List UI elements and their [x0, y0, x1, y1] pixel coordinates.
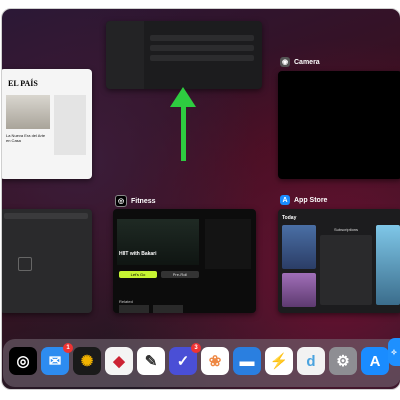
mail-icon[interactable]: ✉ 1	[41, 343, 73, 375]
appstore-feature-card	[282, 273, 316, 307]
safari-compass-icon[interactable]: ✧	[388, 338, 400, 366]
fitness-rings-icon: ◎	[115, 195, 127, 207]
fitness-related-thumb	[153, 305, 183, 313]
reminders-badge: 3	[191, 343, 201, 353]
card-row	[150, 55, 254, 61]
app-card-camera[interactable]	[278, 71, 400, 179]
app-card-news[interactable]: EL PAÍS La Nueva Era del Arte en Casa	[2, 69, 92, 179]
appstore-feature-card	[282, 225, 316, 269]
app-card-settings[interactable]: ▪▪▪	[106, 21, 262, 89]
app-card-appstore[interactable]: Today Subscriptions	[278, 209, 400, 313]
fitness-preroll-button[interactable]: Pre-Roll	[161, 271, 199, 278]
appstore-list	[320, 235, 372, 305]
appstore-label-text: App Store	[294, 196, 328, 204]
settings-gear-icon[interactable]: ⚙	[329, 347, 357, 375]
fitness-sidebar-list	[205, 219, 251, 269]
reminders-check-icon[interactable]: ✓ 3	[169, 343, 201, 375]
news-sidebar	[54, 95, 86, 155]
appstore-icon: A	[280, 195, 290, 205]
appstore-header: Today	[282, 215, 297, 221]
news-photo	[6, 95, 50, 129]
card-text	[18, 257, 32, 271]
camera-label-text: Camera	[294, 58, 320, 66]
fitness-section-title: Related	[119, 299, 133, 304]
app-card-dark-left[interactable]	[2, 209, 92, 313]
news-headline: La Nueva Era del Arte en Casa	[6, 133, 46, 143]
bear-icon[interactable]: ◆	[105, 347, 133, 375]
card-row	[150, 35, 254, 41]
swipe-up-arrow-icon	[170, 87, 196, 161]
notes-pen-icon[interactable]: ✎	[137, 347, 165, 375]
camera-label: ◉ Camera	[280, 57, 320, 67]
speedometer-icon[interactable]: ⚡	[265, 347, 293, 375]
photos-icon[interactable]: ❀	[201, 347, 229, 375]
fitness-label-text: Fitness	[131, 197, 156, 205]
appstore-sidebar-title: Subscriptions	[334, 227, 359, 232]
dock: ◎ ✉ 1 ✺ ◆ ✎ ✓ 3 ❀ ▬ ⚡ d ⚙ A	[3, 339, 400, 387]
tes-butterfly-icon[interactable]: ✺	[73, 347, 101, 375]
appstore-label: A App Store	[280, 195, 327, 205]
fitness-go-button[interactable]: Let's Go	[119, 271, 157, 278]
files-folder-icon[interactable]: ▬	[233, 347, 261, 375]
card-row	[150, 45, 254, 51]
fitness-rings-dock-icon[interactable]: ◎	[9, 347, 37, 375]
card-toolbar	[4, 213, 88, 219]
camera-icon: ◉	[280, 57, 290, 67]
card-sidebar	[106, 21, 144, 89]
appstore-feature-card	[376, 225, 400, 305]
fitness-video-thumbnail	[117, 219, 199, 265]
mail-badge: 1	[63, 343, 73, 353]
fitness-related-thumb	[119, 305, 149, 313]
fitness-label: ◎ Fitness	[115, 195, 156, 207]
appstore-dock-icon[interactable]: A	[361, 347, 389, 375]
app-switcher: ▪▪▪ EL PAÍS La Nueva Era del Arte en Cas…	[1, 8, 400, 390]
app-card-fitness[interactable]: HIIT with Bakari Let's Go Pre-Roll Relat…	[113, 209, 256, 313]
fitness-workout-title: HIIT with Bakari	[119, 251, 157, 257]
news-masthead: EL PAÍS	[8, 79, 38, 88]
documents-d-icon[interactable]: d	[297, 347, 325, 375]
